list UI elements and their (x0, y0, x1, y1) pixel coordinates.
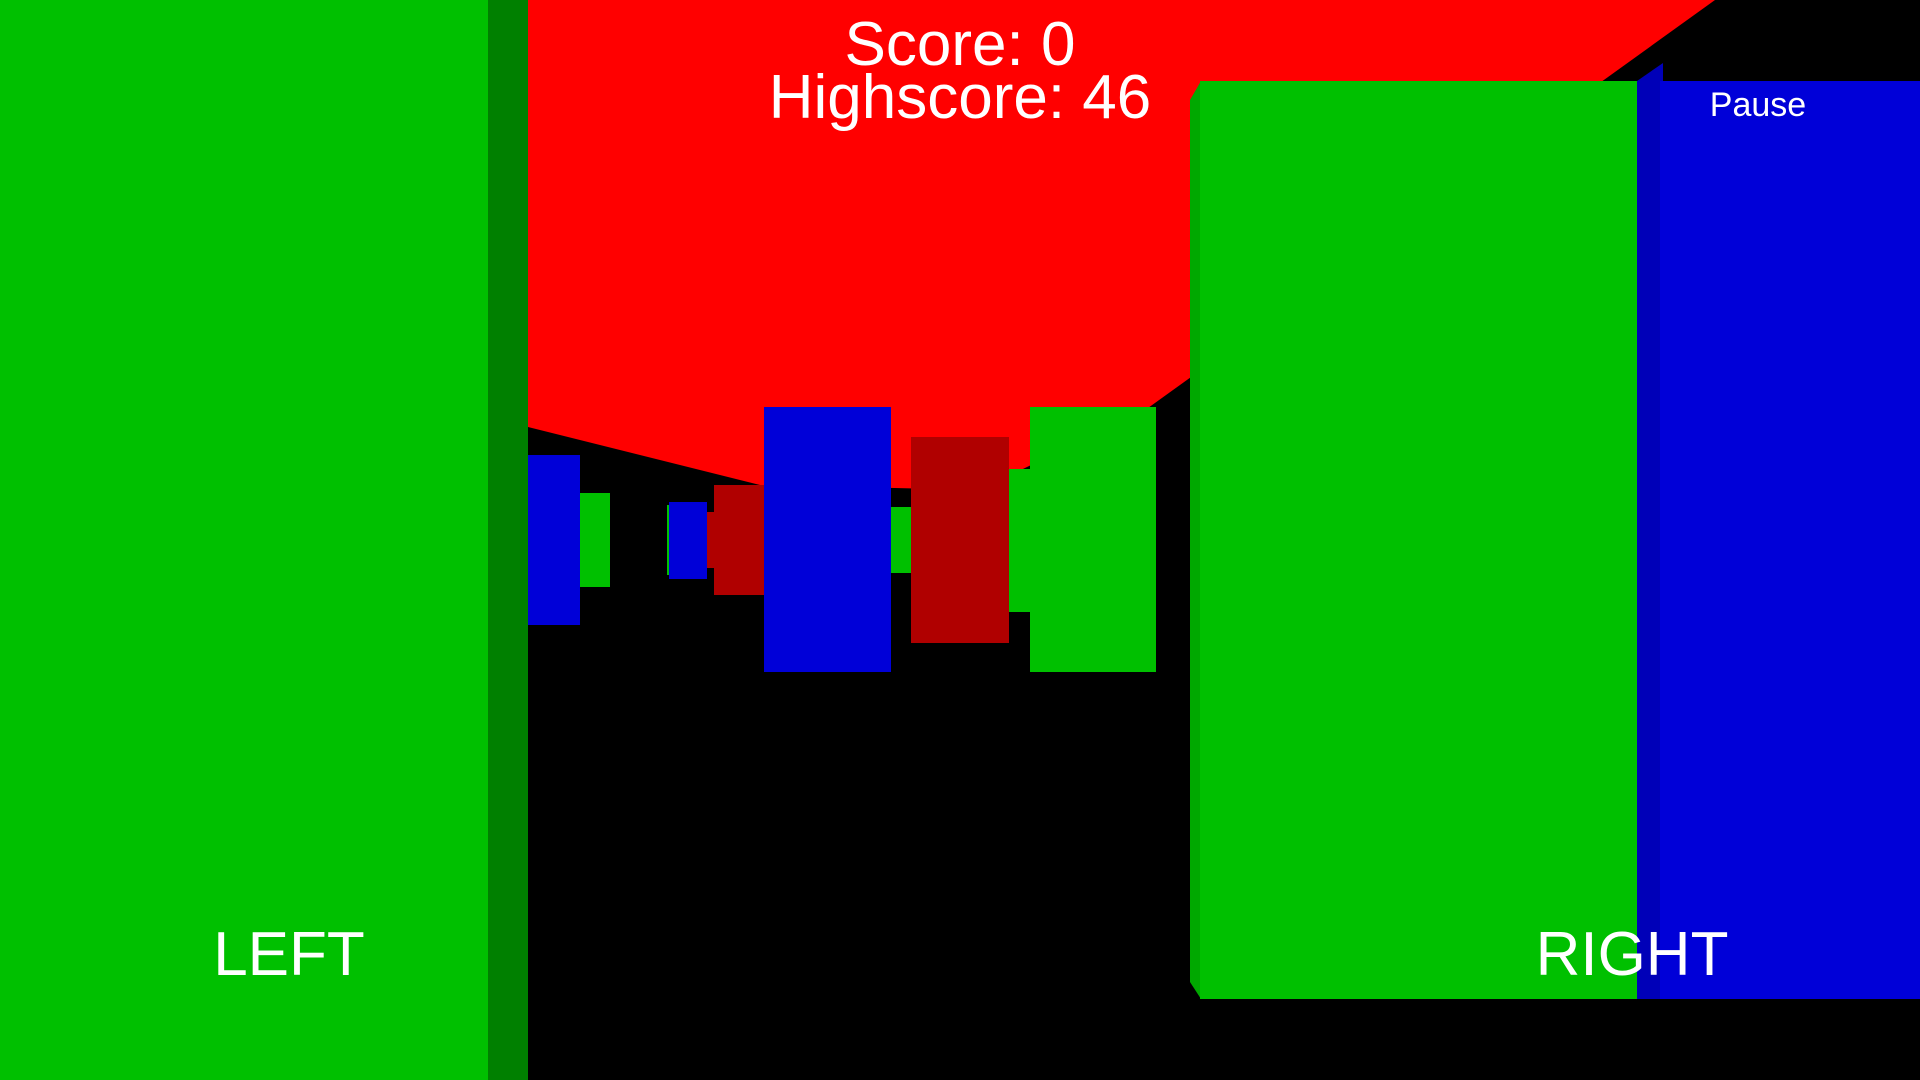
pause-button[interactable]: Pause (1658, 88, 1858, 122)
steer-left-zone[interactable] (0, 0, 960, 1080)
highscore-display: Highscore: 46 (768, 63, 1152, 132)
steer-right-zone[interactable] (960, 0, 1920, 1080)
left-control-label: LEFT (213, 920, 365, 989)
right-control-label: RIGHT (1535, 920, 1729, 989)
